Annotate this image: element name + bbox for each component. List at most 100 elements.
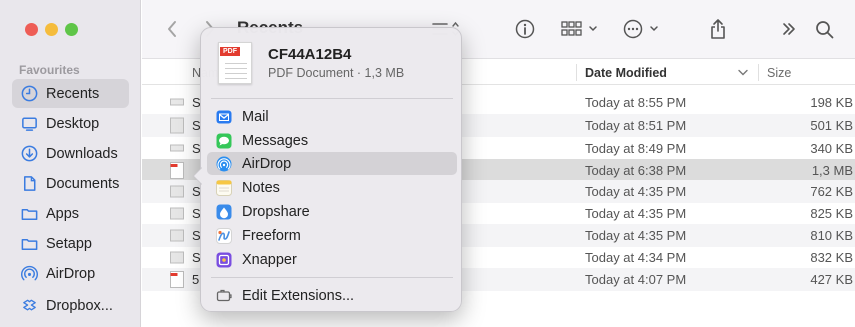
more-actions-button[interactable] (623, 17, 663, 41)
file-icon (170, 205, 184, 222)
shared-file-name: CF44A12B4 (268, 46, 352, 63)
sidebar-item-apps[interactable]: Apps (12, 199, 129, 228)
airdrop-icon (20, 264, 39, 283)
file-icon (170, 227, 184, 244)
sidebar-item-label: AirDrop (46, 265, 96, 282)
sidebar-item-recents[interactable]: Recents (12, 79, 129, 108)
edit-extensions-item[interactable]: Edit Extensions... (207, 284, 457, 307)
share-item-xnapper[interactable]: Xnapper (207, 248, 457, 271)
share-item-notes[interactable]: Notes (207, 176, 457, 199)
airdrop-icon (216, 156, 232, 172)
sidebar-item-label: Desktop (46, 115, 100, 132)
file-date: Today at 8:55 PM (585, 95, 687, 110)
shared-file-meta: PDF Document · 1,3 MB (268, 66, 405, 80)
file-date: Today at 4:35 PM (585, 184, 687, 199)
file-size: 825 KB (810, 206, 853, 221)
sidebar-item-dropbox[interactable]: Dropbox... (12, 291, 129, 320)
sidebar-item-airdrop[interactable]: AirDrop (12, 259, 129, 288)
double-chevron-right-icon (783, 23, 795, 35)
sidebar-item-label: Dropbox... (46, 297, 113, 314)
share-item-label: Xnapper (242, 251, 297, 268)
share-item-airdrop[interactable]: AirDrop (207, 152, 457, 175)
share-item-label: Dropshare (242, 203, 310, 220)
edit-extensions-label: Edit Extensions... (242, 287, 355, 304)
file-icon (170, 117, 184, 134)
clock-icon (20, 84, 39, 103)
sidebar-item-documents[interactable]: Documents (12, 169, 129, 198)
menu-divider (211, 277, 453, 278)
share-item-mail[interactable]: Mail (207, 105, 457, 128)
file-size: 1,3 MB (811, 163, 853, 178)
folder-icon (20, 234, 39, 253)
apps-icon (20, 204, 39, 223)
xnapper-icon (216, 252, 232, 268)
file-size: 810 KB (810, 228, 853, 243)
get-info-button[interactable] (514, 17, 536, 41)
file-date: Today at 8:51 PM (585, 118, 687, 133)
dropbox-icon (20, 296, 39, 315)
desktop-icon (20, 114, 39, 133)
column-size[interactable]: Size (767, 66, 791, 80)
share-item-messages[interactable]: Messages (207, 129, 457, 152)
ellipsis-circle-icon (623, 19, 658, 39)
file-date: Today at 4:35 PM (585, 228, 687, 243)
file-icon (170, 140, 184, 157)
share-button[interactable] (708, 17, 728, 41)
notes-icon (216, 179, 232, 196)
group-by-button[interactable] (560, 17, 600, 41)
column-divider[interactable] (758, 64, 759, 81)
share-item-freeform[interactable]: Freeform (207, 224, 457, 247)
document-thumbnail: PDF (218, 42, 252, 84)
file-size: 340 KB (810, 141, 853, 156)
search-icon (815, 20, 833, 38)
file-icon (170, 183, 184, 200)
grid-icon (561, 21, 597, 36)
file-size: 762 KB (810, 184, 853, 199)
sidebar-item-desktop[interactable]: Desktop (12, 109, 129, 138)
search-button[interactable] (814, 17, 834, 41)
sort-chevron-icon (738, 69, 748, 76)
file-date: Today at 4:34 PM (585, 250, 687, 265)
pdf-file-icon (170, 271, 184, 288)
share-item-label: Freeform (242, 227, 301, 244)
mail-icon (216, 109, 232, 125)
toolbar-overflow-button[interactable] (780, 17, 798, 41)
share-item-dropshare[interactable]: Dropshare (207, 200, 457, 223)
file-date: Today at 8:49 PM (585, 141, 687, 156)
file-icon (170, 94, 184, 111)
file-size: 427 KB (810, 272, 853, 287)
sidebar-item-label: Downloads (46, 145, 118, 162)
file-size: 198 KB (810, 95, 853, 110)
pdf-file-icon (170, 162, 184, 179)
sidebar-item-downloads[interactable]: Downloads (12, 139, 129, 168)
minimize-window-button[interactable] (45, 23, 58, 36)
file-size: 832 KB (810, 250, 853, 265)
column-date-modified[interactable]: Date Modified (585, 66, 667, 80)
column-divider[interactable] (576, 64, 577, 81)
download-icon (20, 144, 39, 163)
share-item-label: Mail (242, 108, 269, 125)
info-icon (515, 19, 535, 39)
finder-window: Favourites Recents Desktop Downloads Doc… (0, 0, 855, 327)
messages-icon (216, 133, 232, 149)
sidebar-item-label: Documents (46, 175, 120, 192)
file-name: 5 (192, 272, 200, 287)
document-icon (20, 174, 39, 193)
file-icon (170, 249, 184, 266)
sidebar-item-label: Recents (46, 85, 100, 102)
share-item-label: Notes (242, 179, 280, 196)
chevron-left-icon (168, 21, 176, 37)
zoom-window-button[interactable] (65, 23, 78, 36)
sidebar-item-setapp[interactable]: Setapp (12, 229, 129, 258)
share-menu: PDF CF44A12B4 PDF Document · 1,3 MB Mail… (193, 27, 462, 312)
back-button[interactable] (162, 17, 182, 41)
file-date: Today at 6:38 PM (585, 163, 687, 178)
sidebar-item-label: Apps (46, 205, 80, 222)
close-window-button[interactable] (25, 23, 38, 36)
file-date: Today at 4:35 PM (585, 206, 687, 221)
menu-divider (211, 98, 453, 99)
extensions-icon (216, 288, 232, 304)
share-icon (711, 19, 725, 39)
sidebar-item-label: Setapp (46, 235, 92, 252)
share-item-label: Messages (242, 132, 309, 149)
